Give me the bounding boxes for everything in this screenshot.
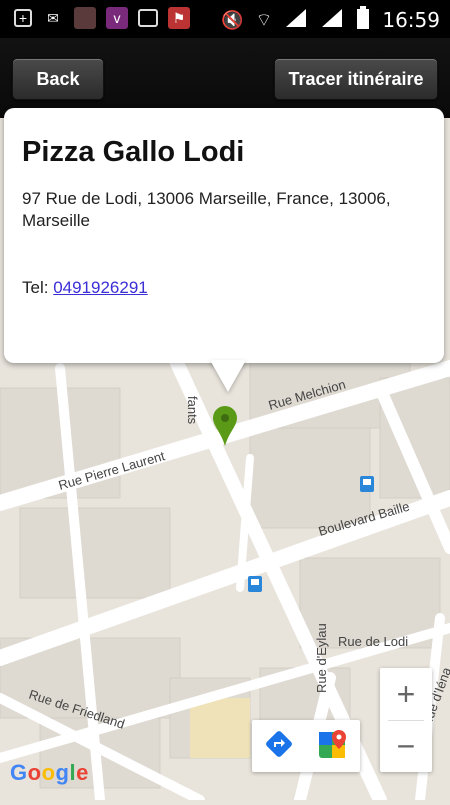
wifi-icon: ⌔ [255, 9, 273, 31]
map-toolbar [252, 720, 360, 772]
zoom-controls: + − [380, 668, 432, 772]
google-logo: Google [10, 760, 89, 785]
zoom-in-button[interactable]: + [380, 668, 432, 720]
street-label-eylau: Rue d'Eylau [314, 623, 329, 693]
info-window: Pizza Gallo Lodi 97 Rue de Lodi, 13006 M… [4, 108, 444, 363]
place-address: 97 Rue de Lodi, 13006 Marseille, France,… [22, 189, 391, 230]
app-icon [74, 7, 96, 29]
back-button[interactable]: Back [12, 58, 104, 100]
place-title: Pizza Gallo Lodi [22, 136, 245, 168]
google-maps-icon[interactable] [317, 728, 349, 765]
action-bar: Back Tracer itinéraire [0, 38, 450, 118]
zoom-out-button[interactable]: − [380, 721, 432, 772]
signal-icon [284, 7, 308, 33]
add-icon: + [14, 9, 32, 27]
phone-link[interactable]: 0491926291 [53, 278, 148, 297]
battery-icon [356, 6, 370, 34]
bus-stop-icon [360, 476, 374, 492]
vine-icon: v [106, 7, 128, 29]
clock: 16:59 [382, 8, 440, 32]
street-label-enfants: fants [185, 396, 200, 425]
signal-icon [320, 7, 344, 33]
info-window-pointer [210, 360, 246, 392]
route-button[interactable]: Tracer itinéraire [274, 58, 438, 100]
flag-icon: ⚑ [168, 7, 190, 29]
gmail-icon: ✉ [47, 9, 59, 26]
phone-label: Tel: [22, 278, 49, 297]
gallery-icon [138, 9, 158, 27]
place-phone: Tel: 0491926291 [22, 278, 148, 298]
directions-icon[interactable] [264, 729, 294, 764]
mute-icon: 🔇 [221, 9, 244, 31]
street-label-lodi: Rue de Lodi [338, 634, 408, 649]
bus-stop-icon [248, 576, 262, 592]
status-bar: + ✉ v ⚑ 🔇 ⌔ 16:59 [0, 0, 450, 38]
